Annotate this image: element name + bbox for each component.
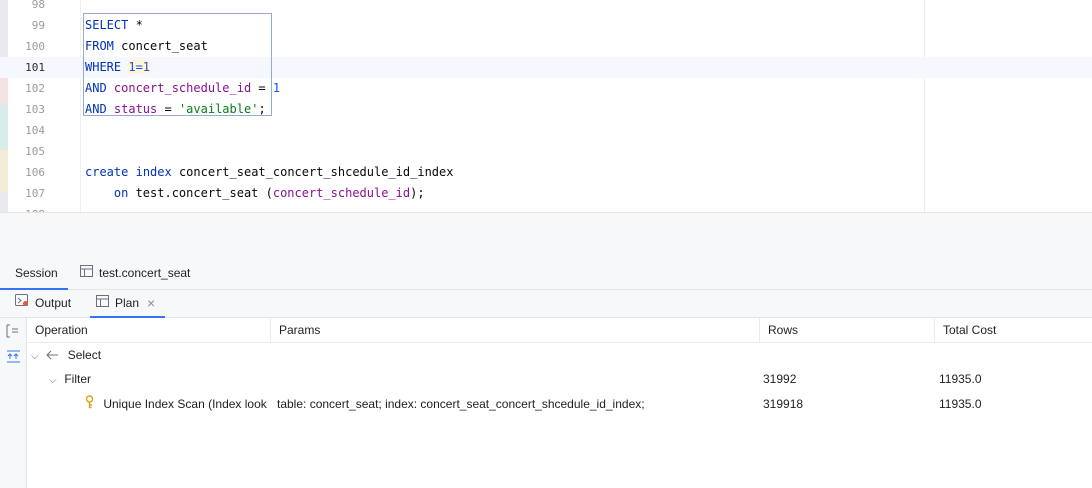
- code-token: FROM: [85, 39, 114, 53]
- code-token: 1=1: [128, 60, 151, 74]
- operation-cell: ⌵ Select: [31, 343, 269, 367]
- key-icon: [85, 393, 94, 416]
- line-number: 108: [8, 204, 45, 212]
- code-line[interactable]: 108: [0, 204, 1092, 212]
- rows-cell: 319918: [763, 397, 804, 411]
- cost-cell: 11935.0: [939, 397, 982, 411]
- code-line[interactable]: 98: [0, 0, 1092, 15]
- code-token: ;: [258, 102, 266, 116]
- code-line[interactable]: 101 WHERE 1=1: [0, 57, 1092, 78]
- table-icon: [80, 258, 93, 289]
- code-token: SELECT: [85, 18, 129, 32]
- code-token: *: [128, 18, 143, 32]
- params-cell: [277, 367, 757, 391]
- code-text: WHERE 1=1: [85, 57, 151, 78]
- line-number: 99: [31, 19, 45, 32]
- operation-label: Select: [67, 348, 102, 362]
- operation-label: Filter: [64, 372, 92, 386]
- table-row[interactable]: ⌵ Select: [27, 343, 1092, 367]
- plan-table: Operation Params Rows Total Cost ⌵ Selec…: [27, 318, 1092, 488]
- result-tab-bar: Output Plan ×: [0, 290, 1092, 318]
- table-row[interactable]: ⌵ Filter 31992 11935.0: [27, 367, 1092, 391]
- table-row[interactable]: Unique Index Scan (Index look table: con…: [27, 392, 1092, 416]
- close-icon[interactable]: ×: [147, 290, 155, 317]
- code-text: AND status = 'available';: [85, 99, 266, 120]
- operation-cell: ⌵ Filter: [49, 367, 269, 391]
- column-operation[interactable]: Operation: [27, 318, 271, 343]
- session-tab-bar: Session test.concert_seat: [0, 258, 1092, 290]
- cost-cell: 11935.0: [939, 372, 982, 386]
- code-line[interactable]: 105: [0, 141, 1092, 162]
- code-token: =: [251, 81, 273, 95]
- code-token: 'available': [178, 102, 259, 116]
- column-total-cost[interactable]: Total Cost: [935, 318, 1092, 343]
- params-cell: table: concert_seat; index: concert_seat…: [277, 397, 645, 411]
- code-token: AND: [85, 81, 107, 95]
- code-token: concert_seat_concert_shcedule_id_index: [171, 165, 454, 179]
- code-line[interactable]: 99 SELECT *: [0, 15, 1092, 36]
- column-rows[interactable]: Rows: [760, 318, 935, 343]
- tab-session-label: Session: [15, 266, 58, 280]
- code-text: create index concert_seat_concert_shcedu…: [85, 162, 453, 183]
- table-icon: [96, 290, 109, 317]
- plan-toolbar: [0, 318, 27, 488]
- tab-table[interactable]: test.concert_seat: [80, 258, 190, 289]
- line-number: 106: [25, 166, 45, 179]
- code-text: on test.concert_seat (concert_schedule_i…: [85, 183, 425, 204]
- line-number: 98: [31, 0, 45, 11]
- rows-cell: 31992: [763, 372, 797, 386]
- code-line[interactable]: 107 on test.concert_seat (concert_schedu…: [0, 183, 1092, 204]
- code-text: FROM concert_seat: [85, 36, 208, 57]
- code-token: status: [106, 102, 158, 116]
- code-line[interactable]: 100 FROM concert_seat: [0, 36, 1092, 57]
- chevron-down-icon[interactable]: ⌵: [31, 345, 43, 367]
- code-line[interactable]: 103 AND status = 'available';: [0, 99, 1092, 120]
- code-token: AND: [85, 102, 107, 116]
- tab-plan-label: Plan: [115, 296, 140, 310]
- code-text: AND concert_schedule_id = 1: [85, 78, 280, 99]
- code-token: WHERE: [85, 60, 122, 74]
- code-token: create: [85, 165, 129, 179]
- tab-plan[interactable]: Plan ×: [90, 290, 165, 318]
- expand-all-icon[interactable]: [6, 350, 21, 368]
- code-text: SELECT *: [85, 15, 143, 36]
- show-details-icon[interactable]: [6, 324, 21, 343]
- tab-output-label: Output: [35, 296, 72, 310]
- operation-label: Unique Index Scan (Index look: [103, 397, 267, 411]
- arrow-left-icon: [46, 344, 59, 367]
- line-number: 107: [25, 187, 45, 200]
- line-number: 105: [25, 145, 45, 158]
- code-token: index: [135, 165, 172, 179]
- code-token: test.concert_seat (: [128, 186, 273, 200]
- line-number: 100: [25, 40, 45, 53]
- code-token: );: [410, 186, 425, 200]
- operation-cell: Unique Index Scan (Index look: [85, 392, 271, 416]
- column-params[interactable]: Params: [271, 318, 760, 343]
- code-line[interactable]: 104: [0, 120, 1092, 141]
- code-token: on: [85, 186, 129, 200]
- line-number: 102: [25, 82, 45, 95]
- line-number: 101: [25, 61, 45, 74]
- line-number: 104: [25, 124, 45, 137]
- line-number: 103: [25, 103, 45, 116]
- code-token: concert_schedule_id: [106, 81, 252, 95]
- code-editor[interactable]: 98 99 SELECT * 100 FROM concert_seat 101 WHERE…: [0, 0, 1092, 212]
- code-line[interactable]: 102 AND concert_schedule_id = 1: [0, 78, 1092, 99]
- tab-session[interactable]: Session: [0, 258, 68, 290]
- code-token: concert_seat: [113, 39, 208, 53]
- output-icon: [15, 290, 29, 317]
- plan-table-header: Operation Params Rows Total Cost: [27, 318, 1092, 343]
- code-line[interactable]: 106 create index concert_seat_concert_shc…: [0, 162, 1092, 183]
- tab-table-label: test.concert_seat: [99, 266, 191, 280]
- code-token: 1: [272, 81, 281, 95]
- tab-output[interactable]: Output: [15, 290, 71, 317]
- chevron-down-icon[interactable]: ⌵: [49, 369, 61, 391]
- code-token: =: [157, 102, 179, 116]
- code-token: concert_schedule_id: [272, 186, 411, 200]
